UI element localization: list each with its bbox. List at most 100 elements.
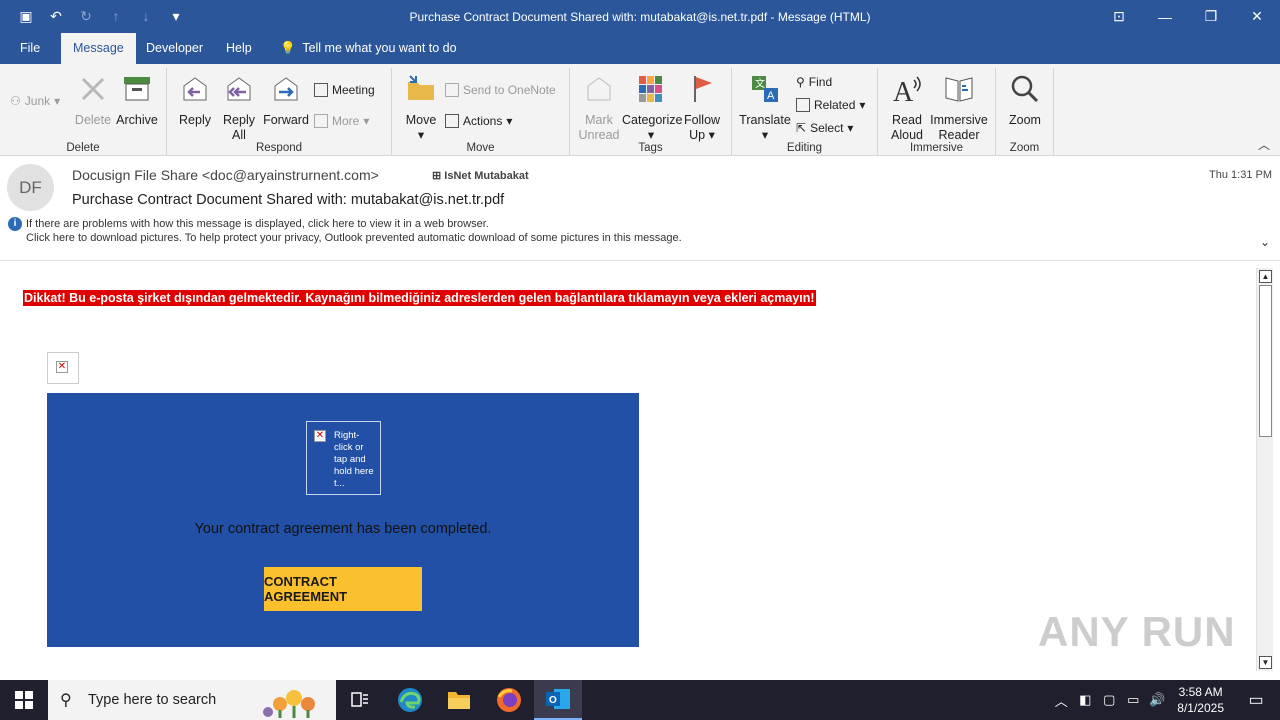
collapse-ribbon-icon[interactable]: ︿	[1258, 136, 1270, 153]
window-controls: ⊡ — ❐ ✕	[1096, 0, 1280, 33]
search-icon: ⚲	[60, 692, 72, 709]
info-icon: i	[8, 217, 22, 231]
message-subject: Purchase Contract Document Shared with: …	[72, 192, 505, 208]
windows-icon	[15, 691, 33, 709]
show-hidden-icons-icon[interactable]: ︿	[1049, 691, 1073, 710]
onenote-icon	[445, 83, 459, 97]
firefox-icon[interactable]	[485, 680, 533, 720]
find-button[interactable]: ⚲ Find	[796, 75, 832, 89]
mark-unread-button[interactable]: Mark Unread	[576, 72, 622, 143]
taskbar-clock[interactable]: 3:58 AM 8/1/2025	[1169, 684, 1232, 716]
read-aloud-button[interactable]: A Read Aloud	[884, 72, 930, 143]
tags-group-label: Tags	[638, 142, 663, 154]
download-pictures-infobar[interactable]: Click here to download pictures. To help…	[26, 232, 682, 244]
reply-all-button[interactable]: Reply All	[219, 72, 259, 143]
junk-icon: ⚇	[10, 94, 21, 108]
related-icon	[796, 98, 810, 112]
maximize-button[interactable]: ❐	[1188, 0, 1234, 33]
immersive-reader-button[interactable]: Immersive Reader	[928, 72, 990, 143]
delete-group: ⚇ Junk ▾ Delete Archive Delete	[0, 68, 167, 156]
search-placeholder: Type here to search	[88, 692, 217, 708]
forward-button[interactable]: Forward	[263, 72, 309, 128]
view-in-browser-infobar[interactable]: If there are problems with how this mess…	[26, 218, 489, 230]
respond-group: Reply Reply All Forward Meeting More ▾ Re…	[167, 68, 392, 156]
junk-button[interactable]: ⚇ Junk ▾	[10, 94, 60, 108]
delete-button[interactable]: Delete	[72, 72, 114, 128]
outlook-tray-icon[interactable]: ◧	[1073, 692, 1097, 708]
clock-time: 3:58 AM	[1178, 685, 1223, 699]
clock-date: 8/1/2025	[1177, 701, 1224, 715]
translate-button[interactable]: 文A Translate ▾	[738, 72, 792, 143]
move-button[interactable]: Move ▾	[400, 72, 442, 143]
archive-button[interactable]: Archive	[114, 72, 160, 128]
svg-text:A: A	[893, 77, 914, 106]
recipient[interactable]: ⊞ IsNet Mutabakat	[432, 169, 529, 182]
meeting-button[interactable]: Meeting	[314, 83, 375, 97]
tab-message[interactable]: Message	[61, 33, 136, 64]
tab-help[interactable]: Help	[214, 33, 264, 64]
window-title: Purchase Contract Document Shared with: …	[409, 10, 871, 24]
tab-developer[interactable]: Developer	[134, 33, 215, 64]
received-date: Thu 1:31 PM	[1209, 169, 1272, 181]
contract-agreement-button[interactable]: CONTRACT AGREEMENT	[264, 567, 422, 611]
notification-icon[interactable]: ▭	[1232, 690, 1280, 710]
send-to-onenote-button[interactable]: Send to OneNote	[445, 83, 556, 97]
taskbar: ⚲ Type here to search O ︿ ◧ ▢ ▭ 🔊 3:58 A…	[0, 680, 1280, 720]
delete-group-label: Delete	[66, 142, 100, 154]
select-button[interactable]: ⇱ Select ▾	[796, 121, 853, 135]
respond-group-label: Respond	[255, 142, 303, 154]
image-placeholder-text: Right-click or tap and hold here t...	[334, 430, 374, 489]
file-explorer-icon[interactable]	[435, 680, 483, 720]
task-view-icon[interactable]	[336, 680, 384, 720]
avatar: DF	[7, 164, 54, 211]
folder-move-icon	[408, 75, 434, 100]
follow-up-button[interactable]: Follow Up ▾	[680, 72, 724, 143]
scroll-up-arrow-icon[interactable]: ▲	[1259, 270, 1272, 283]
outlook-taskbar-icon[interactable]: O	[534, 680, 582, 720]
external-warning-banner: Dikkat! Bu e-posta şirket dışından gelme…	[23, 290, 816, 306]
zoom-group: Zoom Zoom	[996, 68, 1054, 156]
start-button[interactable]	[0, 680, 48, 720]
taskbar-search[interactable]: ⚲ Type here to search	[48, 680, 336, 720]
minimize-button[interactable]: —	[1142, 0, 1188, 33]
svg-text:O: O	[549, 695, 557, 706]
tags-group: Mark Unread Categorize ▾ Follow Up ▾ Tag…	[570, 68, 732, 156]
immersive-group-label: Immersive	[909, 142, 964, 154]
more-button[interactable]: More ▾	[314, 114, 369, 128]
move-group: Move ▾ Send to OneNote Actions ▾ Move	[392, 68, 570, 156]
title-bar: ▣ ↶ ↻ ↑ ↓ ▾ Purchase Contract Document S…	[0, 0, 1280, 33]
svg-text:A: A	[767, 90, 775, 102]
immersive-reader-icon	[945, 77, 973, 102]
edge-icon[interactable]	[386, 680, 434, 720]
system-tray: ︿ ◧ ▢ ▭ 🔊 3:58 AM 8/1/2025 ▭	[1049, 680, 1280, 720]
image-placeholder[interactable]: ✕ Right-click or tap and hold here t...	[306, 421, 381, 495]
reply-button[interactable]: Reply	[175, 72, 215, 128]
sender[interactable]: Docusign File Share <doc@aryainstrurnent…	[72, 167, 379, 183]
actions-button[interactable]: Actions ▾	[445, 114, 512, 128]
search-highlight-flowers-icon	[263, 690, 315, 718]
categorize-button[interactable]: Categorize ▾	[622, 72, 682, 143]
lightbulb-icon: 💡	[280, 41, 296, 55]
volume-icon[interactable]: 🔊	[1145, 692, 1169, 708]
translate-icon: 文A	[752, 76, 778, 102]
meet-now-icon[interactable]: ▢	[1097, 692, 1121, 708]
completed-message: Your contract agreement has been complet…	[194, 521, 492, 537]
reply-all-icon	[227, 77, 251, 101]
broken-image-icon: ✕	[56, 361, 68, 373]
vertical-scrollbar[interactable]: ▲ ▼	[1256, 268, 1273, 671]
calendar-icon	[314, 83, 328, 97]
zoom-button[interactable]: Zoom	[1002, 72, 1048, 128]
tab-file[interactable]: File	[8, 33, 52, 64]
close-button[interactable]: ✕	[1234, 0, 1280, 33]
scroll-down-arrow-icon[interactable]: ▼	[1259, 656, 1272, 669]
scroll-thumb[interactable]	[1259, 285, 1272, 437]
tell-me-label: Tell me what you want to do	[302, 41, 457, 55]
tell-me-search[interactable]: 💡 Tell me what you want to do	[268, 33, 469, 64]
delete-icon	[81, 77, 105, 101]
ribbon-display-options-icon[interactable]: ⊡	[1096, 0, 1142, 33]
chevron-down-icon[interactable]: ⌄	[1260, 235, 1270, 249]
flag-icon	[694, 76, 712, 102]
related-button[interactable]: Related ▾	[796, 98, 865, 112]
zoom-group-label: Zoom	[1009, 142, 1040, 154]
network-icon[interactable]: ▭	[1121, 692, 1145, 708]
